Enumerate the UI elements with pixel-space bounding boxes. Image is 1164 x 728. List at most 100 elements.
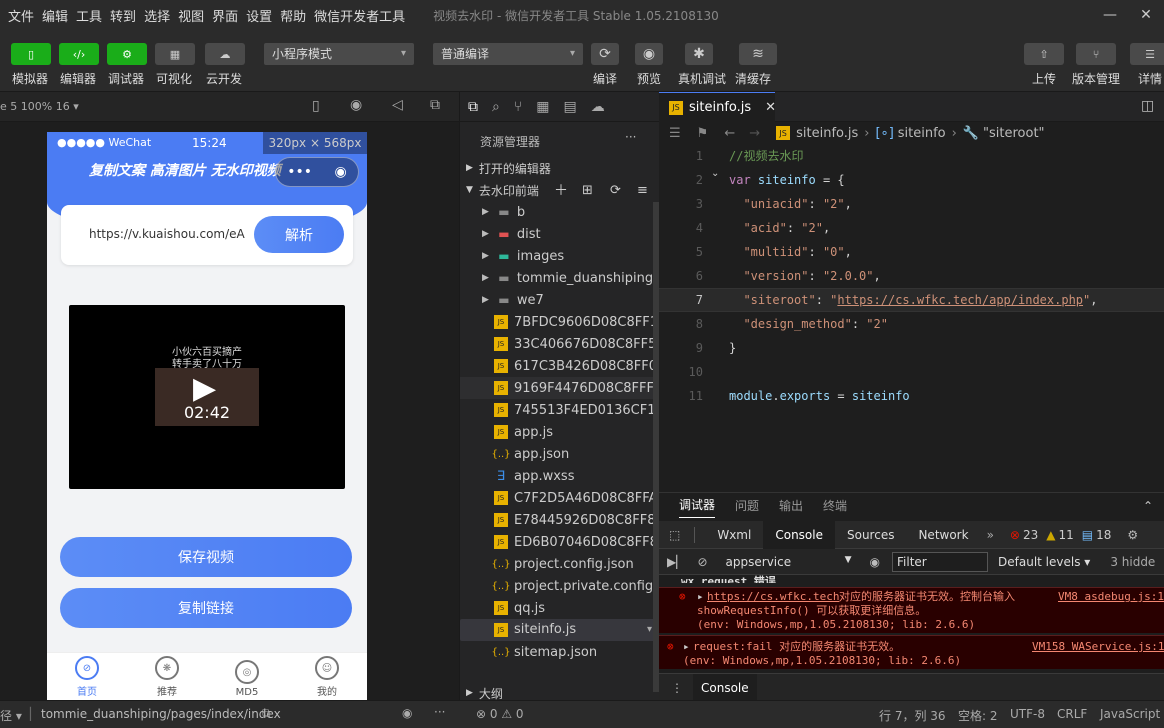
compile-select[interactable]: 普通编译 — [433, 43, 583, 65]
file-item[interactable]: JS app.js — [460, 421, 660, 443]
menu-item[interactable]: 工具 — [76, 6, 102, 25]
file-item[interactable]: JS ED6B07046D08C8FF8B... — [460, 531, 660, 553]
video-player[interactable]: 小伙六百买摘产 转手卖了八十万 ▶ 02:42 — [69, 305, 345, 489]
breadcrumb-property[interactable]: "siteroot" — [983, 126, 1045, 141]
tab-siteinfo[interactable]: JS siteinfo.js ✕ — [659, 92, 776, 122]
code-line[interactable]: 5 "multiid": "0", — [659, 240, 1164, 264]
folder-item[interactable]: ▶ ▬ we7 — [460, 289, 660, 311]
save-video-button[interactable]: 保存视频 — [60, 537, 352, 577]
phone-toggle-button[interactable]: ▯ — [11, 43, 51, 65]
new-file-icon[interactable]: ＋ — [554, 180, 568, 200]
source-control-icon[interactable]: ⑂ — [514, 99, 522, 115]
code-toggle-button[interactable]: ‹/› — [59, 43, 99, 65]
panel-tab[interactable]: 问题 — [735, 497, 759, 518]
warning-count[interactable]: 11 — [1058, 528, 1073, 542]
forward-icon[interactable]: → — [749, 126, 760, 141]
devtools-tab[interactable]: Network — [906, 521, 980, 549]
list-icon[interactable]: ☰ — [669, 126, 681, 141]
play-icon[interactable]: ▶ — [193, 371, 216, 406]
project-section[interactable]: ▼ 去水印前端 ＋ ⊞ ⟳ ≡ — [460, 179, 660, 201]
code-line[interactable]: 9} — [659, 336, 1164, 360]
extensions-icon[interactable]: ▦ — [536, 99, 549, 115]
close-tab-icon[interactable]: ✕ — [765, 100, 776, 115]
cloud-icon[interactable]: ☁ — [591, 99, 605, 115]
filter-input[interactable]: Filter — [892, 551, 989, 572]
log-levels-select[interactable]: Default levels ▾ — [998, 555, 1090, 569]
more-icon[interactable]: ••• — [287, 164, 312, 180]
eol-setting[interactable]: CRLF — [1057, 707, 1087, 721]
bookmark-icon[interactable]: ⚑ — [697, 126, 709, 141]
exit-icon[interactable]: ◉ — [335, 164, 347, 180]
refresh-button[interactable]: ⟳ — [591, 43, 619, 65]
open-editors-section[interactable]: ▶ 打开的编辑器 — [460, 157, 660, 179]
sidebar-toggle-icon[interactable]: ▶▏ — [667, 555, 685, 569]
preview-eye-icon[interactable]: ◉ — [402, 706, 412, 720]
error-count[interactable]: 23 — [1023, 528, 1038, 542]
menu-item[interactable]: 编辑 — [42, 6, 68, 25]
file-item[interactable]: JS 33C406676D08C8FF55... — [460, 333, 660, 355]
panel-tab[interactable]: 输出 — [779, 497, 803, 518]
file-item[interactable]: JS 9169F4476D08C8FFF7... — [460, 377, 660, 399]
more-actions-icon[interactable]: ··· — [625, 130, 636, 144]
capsule-menu[interactable]: ••• ◉ — [275, 157, 359, 187]
code-line[interactable]: 2 var siteinfo = { — [659, 168, 1164, 192]
files-icon[interactable]: ⧉ — [468, 99, 478, 115]
branch-button[interactable]: ⑂ — [1076, 43, 1116, 65]
file-item[interactable]: JS E78445926D08C8FF81... — [460, 509, 660, 531]
new-folder-icon[interactable]: ⊞ — [582, 183, 593, 198]
popout-icon[interactable]: ⧉ — [430, 97, 440, 113]
panel-tab[interactable]: 终端 — [823, 497, 847, 518]
code-line[interactable]: 7 "siteroot": "https://cs.wfkc.tech/app/… — [659, 288, 1164, 312]
menu-item[interactable]: 界面 — [212, 6, 238, 25]
collapse-panel-icon[interactable]: ⌃ — [1143, 499, 1153, 513]
error-source-1[interactable]: VM8 asdebug.js:1 — [1058, 590, 1164, 604]
layers-button[interactable]: ≋ — [739, 43, 777, 65]
inspect-icon[interactable]: ⬚ — [669, 528, 680, 542]
url-input[interactable]: https://v.kuaishou.com/eA — [89, 227, 245, 241]
expand-icon[interactable]: ▸ — [697, 590, 704, 604]
search-icon[interactable]: ⌕ — [492, 99, 500, 115]
encoding-setting[interactable]: UTF-8 — [1010, 707, 1045, 721]
context-select[interactable]: appservice ▼ — [726, 555, 856, 569]
file-item[interactable]: ∃ app.wxss — [460, 465, 660, 487]
file-item[interactable]: {..} project.config.json — [460, 553, 660, 575]
page-path[interactable]: tommie_duanshiping/pages/index/index — [41, 707, 281, 721]
devtools-tab[interactable]: Console — [763, 520, 835, 549]
devtools-tab[interactable]: Wxml — [705, 521, 763, 549]
volume-icon[interactable]: ◁ — [392, 97, 403, 113]
tab-md5[interactable]: ◎ MD5 — [207, 653, 287, 700]
split-editor-icon[interactable]: ◫ — [1141, 98, 1154, 114]
file-item[interactable]: JS 745513F4ED0136CF12... — [460, 399, 660, 421]
console-error-2[interactable]: ⊗ ▸ request:fail 对应的服务器证书无效。 (env: Windo… — [659, 635, 1164, 669]
devtools-tab[interactable]: Sources — [835, 521, 906, 549]
info-count[interactable]: 18 — [1096, 528, 1111, 542]
device-select[interactable]: e 5 100% 16 ▾ — [0, 100, 79, 113]
folder-item[interactable]: ▶ ▬ tommie_duanshiping — [460, 267, 660, 289]
code-line[interactable]: 1 //视频去水印 — [659, 144, 1164, 168]
phone-icon[interactable]: ▯ — [312, 98, 320, 114]
menu-item[interactable]: 文件 — [8, 6, 34, 25]
more-icon[interactable]: ··· — [434, 705, 445, 719]
menu-button[interactable]: ☰ — [1130, 43, 1164, 65]
menu-item[interactable]: 设置 — [246, 6, 272, 25]
error-link[interactable]: https://cs.wfkc.tech — [707, 590, 839, 604]
file-item[interactable]: JS siteinfo.js — [460, 619, 660, 641]
settings-gear-icon[interactable]: ⚙ — [1127, 528, 1138, 542]
panel-tab[interactable]: 调试器 — [679, 496, 716, 518]
eye-button[interactable]: ◉ — [635, 43, 663, 65]
drawer-console-tab[interactable]: Console — [693, 673, 757, 702]
code-line[interactable]: 8 "design_method": "2" — [659, 312, 1164, 336]
copy-path-icon[interactable]: ⧉ — [262, 706, 271, 721]
debug-toggle-button[interactable]: ⚙ — [107, 43, 147, 65]
console-error-1[interactable]: ⊗ ▸ https://cs.wfkc.tech 对应的服务器证书无效。控制台输… — [659, 587, 1164, 633]
menu-item[interactable]: 转到 — [110, 6, 136, 25]
code-line[interactable]: 3 "uniacid": "2", — [659, 192, 1164, 216]
live-expression-icon[interactable]: ◉ — [870, 555, 880, 569]
breadcrumb-symbol[interactable]: siteinfo — [898, 126, 946, 141]
more-tabs-icon[interactable]: » — [987, 528, 994, 542]
refresh-icon[interactable]: ⟳ — [610, 183, 621, 198]
error-source-2[interactable]: VM158 WAService.js:1 — [1032, 640, 1164, 654]
tab-mine[interactable]: ☺ 我的 — [287, 653, 367, 700]
language-mode[interactable]: JavaScript — [1100, 707, 1160, 721]
folder-item[interactable]: ▶ ▬ dist — [460, 223, 660, 245]
